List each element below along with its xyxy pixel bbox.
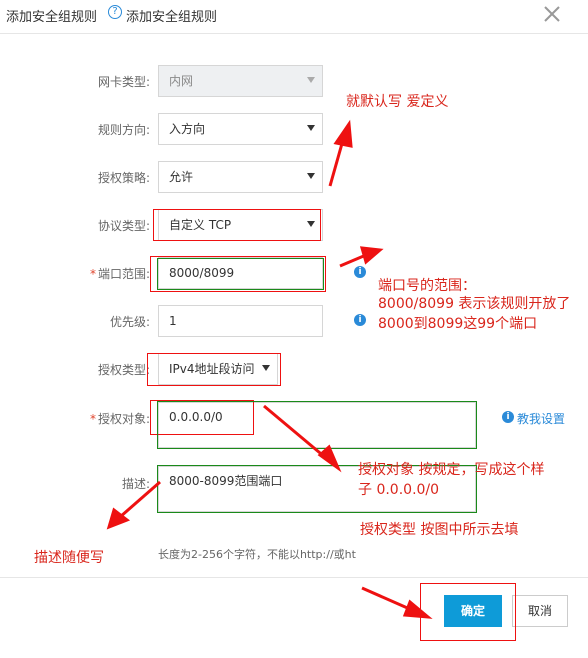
annotation-auth-type-note: 授权类型 按图中所示去填 — [360, 522, 519, 538]
teach-me-link[interactable]: 教我设置 — [517, 410, 565, 427]
annotation-port-line3: 8000到8099这99个端口 — [378, 316, 538, 332]
annotation-port-line1: 端口号的范围： — [378, 278, 476, 294]
dialog-header: 添加安全组规则 ? 添加安全组规则 — [0, 0, 588, 34]
priority-label: 优先级: — [109, 315, 150, 329]
annotation-box-port-green — [157, 258, 324, 290]
auth-type-label: 授权类型: — [97, 363, 150, 377]
nic-type-label: 网卡类型: — [97, 75, 150, 89]
annotation-port-line2: 8000/8099 表示该规则开放了 — [378, 296, 571, 312]
close-icon[interactable] — [540, 2, 564, 26]
direction-value: 入方向 — [169, 122, 206, 136]
cancel-button[interactable]: 取消 — [512, 595, 568, 627]
auth-object-label: * 授权对象: — [89, 412, 150, 426]
chevron-down-icon — [307, 77, 315, 83]
dialog-subtitle-link[interactable]: 添加安全组规则 — [126, 6, 217, 25]
annotation-box-auth-type — [147, 353, 281, 386]
annotation-object-line1: 授权对象 按规定，写成这个样 — [358, 462, 545, 478]
question-icon: i — [502, 411, 514, 423]
footer-divider — [0, 577, 588, 578]
annotation-description-note: 描述随便写 — [34, 550, 104, 566]
dialog-title: 添加安全组规则 — [6, 10, 98, 25]
policy-value: 允许 — [169, 170, 194, 184]
chevron-down-icon — [307, 125, 315, 131]
direction-select[interactable]: 入方向 — [158, 113, 323, 145]
annotation-box-auth-object-green — [157, 401, 477, 449]
port-range-label: * 端口范围: — [89, 267, 150, 281]
annotation-default: 就默认写 爱定义 — [346, 94, 449, 110]
annotation-object-line2: 子 0.0.0.0/0 — [358, 482, 440, 498]
description-label: 描述: — [121, 477, 150, 491]
arrow-default — [328, 119, 353, 187]
chevron-down-icon — [307, 173, 315, 179]
nic-type-value: 内网 — [169, 74, 194, 88]
description-hint: 长度为2-256个字符，不能以http://或ht — [158, 548, 356, 561]
policy-select[interactable]: 允许 — [158, 161, 323, 193]
info-icon[interactable]: i — [354, 266, 366, 278]
priority-value: 1 — [169, 314, 177, 328]
direction-label: 规则方向: — [97, 123, 150, 137]
help-icon[interactable]: ? — [108, 5, 122, 19]
annotation-box-protocol — [153, 209, 321, 241]
arrow-confirm — [361, 586, 433, 619]
policy-label: 授权策略: — [97, 171, 150, 185]
priority-input[interactable]: 1 — [158, 305, 323, 337]
annotation-box-confirm — [420, 583, 516, 641]
info-icon[interactable]: i — [354, 314, 366, 326]
protocol-label: 协议类型: — [97, 219, 150, 233]
arrow-port — [339, 246, 384, 268]
nic-type-select: 内网 — [158, 65, 323, 97]
